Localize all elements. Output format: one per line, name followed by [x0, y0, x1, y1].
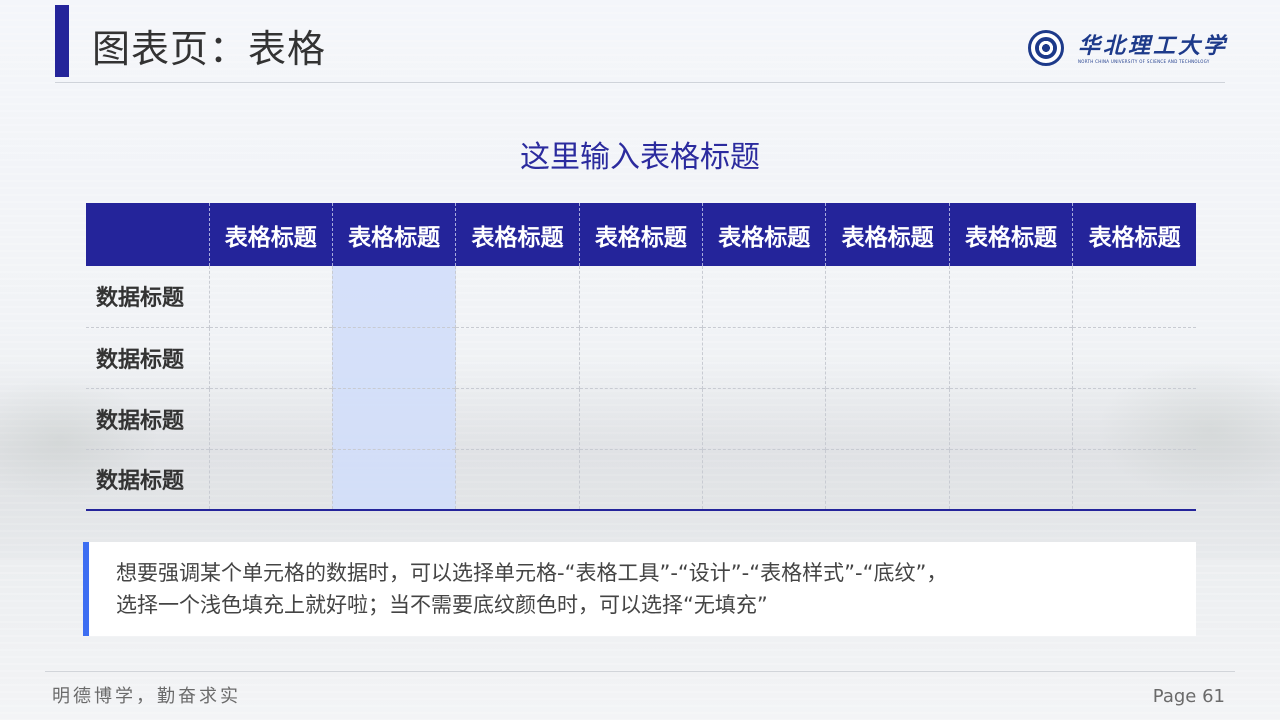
- table-cell: [825, 326, 950, 388]
- university-logo: 华北理工大学 NORTH CHINA UNIVERSITY OF SCIENCE…: [1027, 30, 1228, 66]
- column-header: 表格标题: [948, 203, 1073, 266]
- table-cell-highlighted: [331, 448, 456, 511]
- table-cell: [1072, 387, 1196, 449]
- column-header: 表格标题: [578, 203, 703, 266]
- row-header: 数据标题: [86, 326, 209, 388]
- column-header: 表格标题: [208, 203, 333, 266]
- row-header: 数据标题: [86, 448, 209, 511]
- table-cell: [455, 326, 580, 388]
- table-cell: [578, 387, 703, 449]
- header-accent-bar: [55, 5, 69, 77]
- table-cell: [578, 326, 703, 388]
- table-cell-highlighted: [331, 326, 456, 388]
- header-divider: [55, 82, 1225, 83]
- row-header: 数据标题: [96, 286, 185, 312]
- data-table: 表格标题 表格标题 表格标题 表格标题 表格标题 表格标题 表格标题 表格标题 …: [86, 203, 1196, 511]
- table-cell: [701, 266, 826, 327]
- column-header: 表格标题: [825, 203, 950, 266]
- university-seal-icon: [1027, 30, 1064, 66]
- table-title: 这里输入表格标题: [520, 140, 760, 175]
- university-motto: 明德博学，勤奋求实: [52, 686, 241, 707]
- table-cell: [1072, 448, 1196, 511]
- table-cell: [948, 448, 1073, 511]
- university-wordmark: 华北理工大学 NORTH CHINA UNIVERSITY OF SCIENCE…: [1078, 33, 1228, 64]
- table-header-corner: [86, 203, 209, 266]
- table-cell-highlighted: [331, 266, 456, 327]
- page-number: Page 61: [1152, 686, 1225, 707]
- table-row: 数据标题: [86, 266, 1196, 327]
- table-cell: [208, 266, 333, 327]
- table-row: 数据标题: [86, 326, 1196, 388]
- column-header: 表格标题: [1072, 203, 1196, 266]
- table-cell-highlighted: [331, 387, 456, 449]
- table-cell: [208, 387, 333, 449]
- table-cell: [825, 448, 950, 511]
- table-cell: [578, 266, 703, 327]
- table-cell: [208, 326, 333, 388]
- table-header-row: 表格标题 表格标题 表格标题 表格标题 表格标题 表格标题 表格标题 表格标题: [86, 203, 1196, 266]
- table-row: 数据标题: [86, 387, 1196, 449]
- footer-divider: [45, 671, 1235, 672]
- table-cell: [948, 326, 1073, 388]
- table-cell: [455, 448, 580, 511]
- table-cell: [701, 448, 826, 511]
- column-header: 表格标题: [331, 203, 456, 266]
- table-cell: [455, 266, 580, 327]
- table-row: 数据标题: [86, 448, 1196, 511]
- table-cell: [578, 448, 703, 511]
- table-cell: [701, 387, 826, 449]
- table-cell: [455, 387, 580, 449]
- tip-text-line-1: 想要强调某个单元格的数据时，可以选择单元格-“表格工具”-“设计”-“表格样式”…: [116, 561, 948, 585]
- table-cell: [948, 387, 1073, 449]
- university-name-cn: 华北理工大学: [1077, 32, 1228, 59]
- column-header: 表格标题: [455, 203, 580, 266]
- tip-callout: 想要强调某个单元格的数据时，可以选择单元格-“表格工具”-“设计”-“表格样式”…: [83, 542, 1196, 636]
- table-cell: [948, 266, 1073, 327]
- table-cell: [701, 326, 826, 388]
- row-header: 数据标题: [86, 387, 209, 449]
- table-cell: [208, 448, 333, 511]
- column-header: 表格标题: [701, 203, 826, 266]
- university-name-en: NORTH CHINA UNIVERSITY OF SCIENCE AND TE…: [1077, 58, 1210, 64]
- page-title: 图表页：表格: [92, 27, 327, 71]
- table-cell: [1072, 326, 1196, 388]
- table-cell: [825, 387, 950, 449]
- table-cell: [1072, 266, 1196, 327]
- table-cell: [825, 266, 950, 327]
- tip-text-line-2: 选择一个浅色填充上就好啦；当不需要底纹颜色时，可以选择“无填充”: [116, 593, 768, 617]
